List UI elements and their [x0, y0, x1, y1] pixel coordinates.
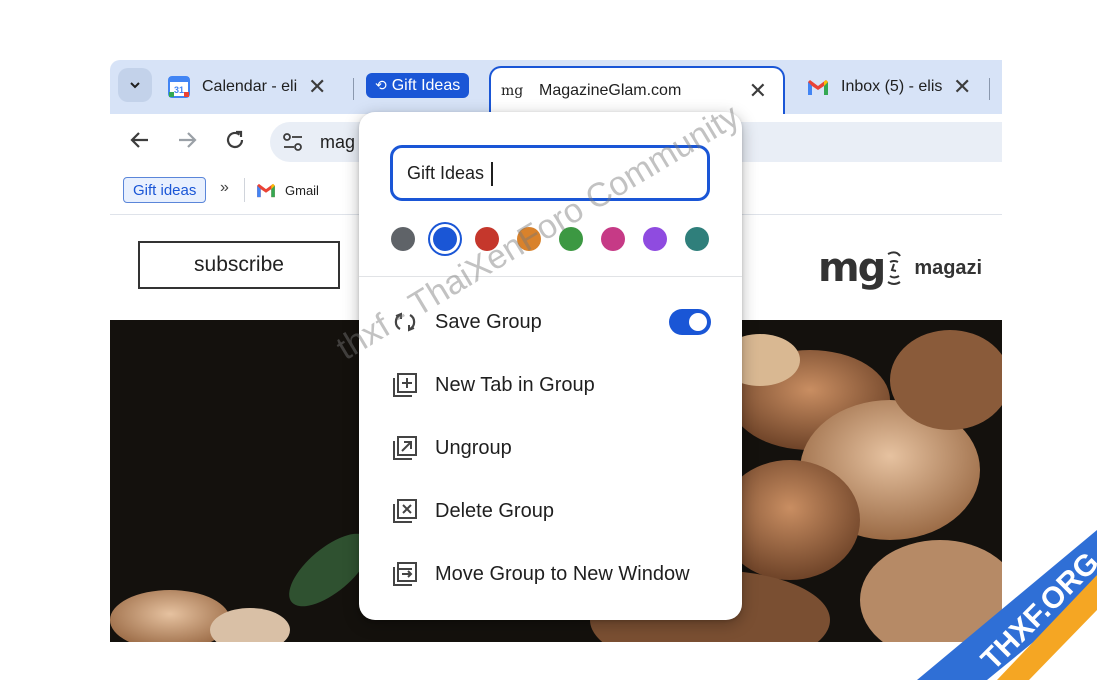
tab-search-button[interactable]: [118, 68, 152, 102]
tab-calendar[interactable]: 31 Calendar - eli ✕: [168, 68, 340, 106]
menu-item-ungroup[interactable]: Ungroup: [359, 421, 742, 475]
menu-label: Save Group: [435, 310, 542, 333]
magazineglam-favicon: mg: [501, 83, 524, 99]
logo-mark: mg: [818, 245, 886, 291]
tab-separator: [989, 78, 990, 100]
menu-label: New Tab in Group: [435, 373, 595, 396]
thxf-badge: THXF.ORG: [917, 530, 1097, 680]
menu-divider: [359, 276, 742, 277]
tab-title: MagazineGlam.com: [539, 82, 682, 99]
face-logo-icon: [887, 251, 902, 285]
url-text: mag: [320, 132, 356, 152]
toggle-knob: [689, 313, 707, 331]
tab-inbox[interactable]: Inbox (5) - elis ✕: [807, 68, 977, 106]
color-swatch-cyan[interactable]: [685, 227, 709, 251]
bookmark-label: Gmail: [285, 182, 319, 198]
move-to-window-icon: [393, 562, 417, 586]
bookmark-gmail[interactable]: Gmail: [256, 177, 319, 203]
site-name: magazi: [914, 256, 983, 279]
menu-label: Move Group to New Window: [435, 562, 690, 585]
close-icon[interactable]: ✕: [749, 78, 767, 104]
close-icon[interactable]: ✕: [308, 76, 326, 98]
gmail-icon: [257, 183, 275, 197]
svg-text:31: 31: [174, 85, 184, 95]
menu-item-move-group[interactable]: Move Group to New Window: [359, 547, 742, 601]
forward-button[interactable]: [173, 126, 201, 154]
menu-label: Ungroup: [435, 436, 512, 459]
reload-button[interactable]: [221, 126, 249, 154]
tab-active-magazineglam[interactable]: mg MagazineGlam.com ✕: [489, 66, 785, 114]
tab-strip: 31 Calendar - eli ✕ ⟲ Gift Ideas mg Maga…: [110, 60, 1002, 114]
tab-group-chip[interactable]: ⟲ Gift Ideas: [366, 73, 470, 98]
subscribe-button[interactable]: subscribe: [138, 241, 340, 289]
save-group-toggle[interactable]: [669, 309, 711, 335]
google-calendar-icon: 31: [168, 76, 190, 98]
menu-label: Delete Group: [435, 499, 554, 522]
color-swatch-pink[interactable]: [601, 227, 625, 251]
gmail-icon: [807, 76, 829, 98]
arrow-left-icon: [130, 132, 148, 148]
bookmark-group-gift-ideas[interactable]: Gift ideas: [123, 177, 207, 203]
chevron-down-icon: [130, 82, 140, 89]
arrow-right-icon: [179, 132, 197, 148]
delete-group-icon: [393, 499, 417, 523]
ungroup-icon: [393, 436, 417, 460]
site-logo[interactable]: mg magazi: [818, 243, 982, 293]
tab-title: Calendar - eli: [202, 78, 298, 95]
sync-icon: ⟲: [375, 77, 387, 93]
text-caret: [491, 162, 493, 186]
reload-icon: [226, 130, 244, 149]
bookmarks-overflow-button[interactable]: »: [220, 179, 229, 197]
color-swatch-purple[interactable]: [643, 227, 667, 251]
tab-group-label: Gift Ideas: [391, 76, 461, 94]
menu-item-delete-group[interactable]: Delete Group: [359, 484, 742, 538]
tab-group-editor-popup: Save Group New Tab in Group Ungroup Dele…: [359, 112, 742, 620]
new-tab-icon: [393, 373, 417, 397]
site-info-icon[interactable]: [282, 132, 304, 152]
tab-separator: [353, 78, 354, 100]
tab-title: Inbox (5) - elis: [841, 78, 943, 95]
color-swatch-grey[interactable]: [391, 227, 415, 251]
bookmark-separator: [244, 178, 245, 202]
close-icon[interactable]: ✕: [953, 76, 971, 98]
back-button[interactable]: [126, 126, 154, 154]
color-swatch-blue[interactable]: [433, 227, 457, 251]
menu-item-new-tab-in-group[interactable]: New Tab in Group: [359, 358, 742, 412]
